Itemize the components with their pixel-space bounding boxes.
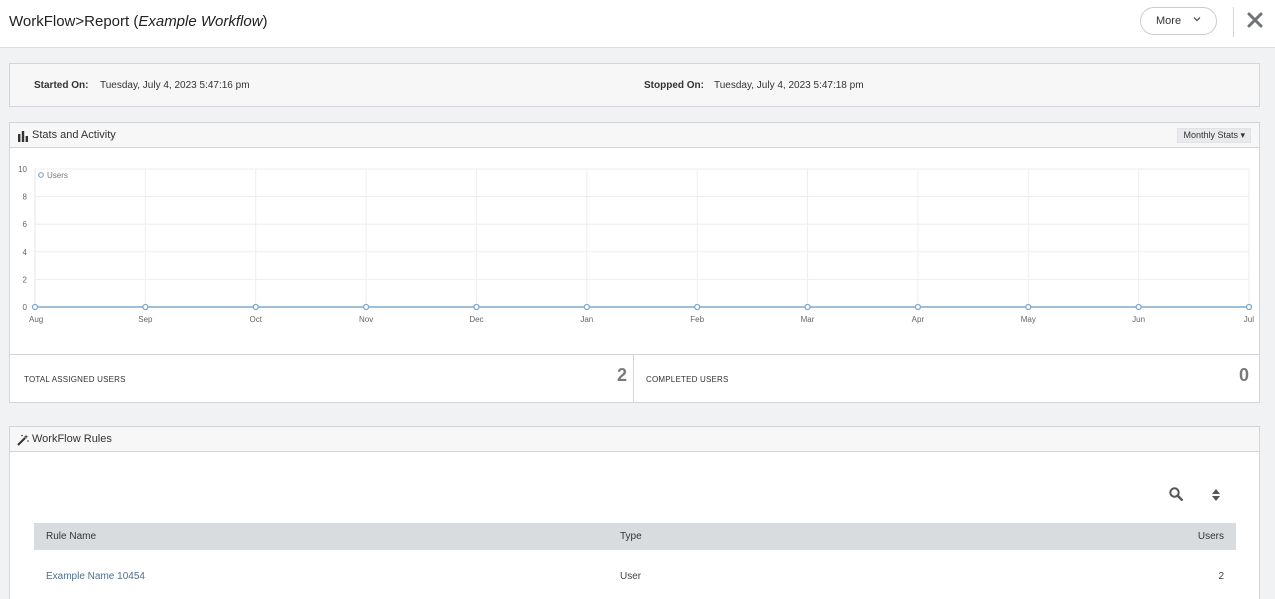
legend-label-users: Users xyxy=(47,171,68,180)
legend-marker-users xyxy=(38,172,44,178)
title-suffix: ) xyxy=(262,13,268,30)
x-tick-label: Dec xyxy=(469,315,483,324)
y-tick-label: 4 xyxy=(23,248,28,257)
kpi-label: TOTAL ASSIGNED USERS xyxy=(24,375,126,384)
rules-table-header: Rule Name Type Users xyxy=(34,523,1236,550)
monthly-stats-dropdown[interactable]: Monthly Stats ▾ xyxy=(1177,128,1251,143)
more-label: More xyxy=(1156,15,1182,27)
x-tick-label: Mar xyxy=(801,315,815,324)
y-tick-label: 6 xyxy=(23,220,28,229)
y-tick-label: 2 xyxy=(23,275,28,284)
stopped-label: Stopped On: xyxy=(644,80,704,91)
stats-panel-header: Stats and Activity Monthly Stats ▾ xyxy=(10,123,1259,148)
stopped-value: Tuesday, July 4, 2023 5:47:18 pm xyxy=(714,80,864,91)
x-tick-label: Oct xyxy=(250,315,263,324)
bar-chart-icon xyxy=(17,129,29,142)
type-cell: User xyxy=(620,571,642,582)
data-point xyxy=(914,303,922,311)
data-point xyxy=(1025,303,1032,311)
x-tick-label: Nov xyxy=(359,315,373,324)
data-point xyxy=(583,303,590,311)
stats-panel-title: Stats and Activity xyxy=(32,129,116,141)
x-tick-label: Aug xyxy=(29,315,43,324)
kpi-total-assigned: TOTAL ASSIGNED USERS 2 xyxy=(10,355,633,403)
search-icon[interactable] xyxy=(1169,487,1183,506)
x-tick-label: Jul xyxy=(1244,315,1254,324)
rules-panel: WorkFlow Rules Rule Name Type Users Exam… xyxy=(9,426,1260,599)
users-line-chart: 0 2 4 6 8 10 Aug Sep Oct Nov Dec Jan Feb Mar Apr May Jun… xyxy=(18,165,1254,324)
x-tick-label: May xyxy=(1021,315,1036,324)
kpi-row: TOTAL ASSIGNED USERS 2 COMPLETED USERS 0 xyxy=(10,354,1259,403)
data-point xyxy=(694,303,701,311)
data-point xyxy=(804,303,811,311)
column-header-type[interactable]: Type xyxy=(620,531,642,542)
data-point xyxy=(31,303,39,311)
x-tick-label: Feb xyxy=(690,315,704,324)
y-tick-label: 8 xyxy=(23,193,28,202)
run-info-bar: Started On: Tuesday, July 4, 2023 5:47:1… xyxy=(9,63,1260,107)
table-row[interactable]: Example Name 10454 User 2 xyxy=(34,550,1236,599)
magic-wand-icon xyxy=(17,433,29,446)
x-tick-label: Jun xyxy=(1132,315,1145,324)
workflow-name: Example Workflow xyxy=(138,13,263,30)
stats-panel: Stats and Activity Monthly Stats ▾ 0 2 4 6 8… xyxy=(9,122,1260,403)
close-icon[interactable] xyxy=(1245,9,1265,31)
data-point xyxy=(142,303,149,311)
data-point xyxy=(1135,303,1142,311)
rules-panel-header: WorkFlow Rules xyxy=(10,427,1259,452)
x-tick-label: Jan xyxy=(580,315,593,324)
kpi-label: COMPLETED USERS xyxy=(646,375,729,384)
data-point xyxy=(252,303,259,311)
data-point xyxy=(362,303,370,311)
rule-name-cell[interactable]: Example Name 10454 xyxy=(46,571,145,582)
kpi-value: 0 xyxy=(1238,365,1249,385)
users-cell: 2 xyxy=(1218,571,1224,582)
more-button[interactable]: More xyxy=(1140,7,1217,35)
y-tick-label: 10 xyxy=(18,165,27,174)
column-header-users[interactable]: Users xyxy=(1198,531,1224,542)
sort-icon[interactable] xyxy=(1211,488,1221,507)
top-bar: WorkFlow>Report (Example Workflow) More xyxy=(0,0,1275,48)
kpi-completed: COMPLETED USERS 0 xyxy=(634,355,1259,403)
kpi-value: 2 xyxy=(616,365,627,385)
x-tick-label: Sep xyxy=(138,315,153,324)
title-prefix: WorkFlow>Report ( xyxy=(9,13,139,30)
y-tick-label: 0 xyxy=(23,303,28,312)
rules-panel-title: WorkFlow Rules xyxy=(32,433,112,445)
toolbar-divider xyxy=(1233,7,1234,37)
chevron-down-icon xyxy=(1193,15,1201,25)
started-label: Started On: xyxy=(34,80,89,91)
page-title: WorkFlow>Report (Example Workflow) xyxy=(9,13,268,30)
started-value: Tuesday, July 4, 2023 5:47:16 pm xyxy=(100,80,250,91)
x-tick-label: Apr xyxy=(912,315,925,324)
data-point xyxy=(473,303,480,311)
column-header-rule-name[interactable]: Rule Name xyxy=(46,531,96,542)
data-point xyxy=(1245,303,1253,311)
